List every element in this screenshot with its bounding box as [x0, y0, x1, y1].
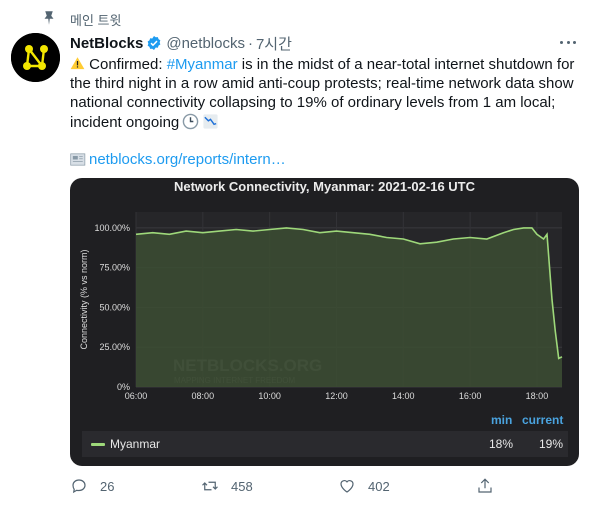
more-options-button[interactable]: [558, 34, 578, 50]
avatar[interactable]: [11, 33, 60, 82]
heart-icon: [340, 480, 354, 493]
author-handle[interactable]: @netblocks: [166, 35, 245, 52]
reply-button[interactable]: 26: [70, 477, 114, 495]
separator-dot: ·: [247, 34, 253, 52]
x-tick-label: 12:00: [325, 391, 348, 401]
share-button[interactable]: [476, 477, 494, 495]
retweet-count: 458: [231, 478, 253, 494]
pinned-tweet-indicator: 메인 트윗: [40, 9, 121, 28]
tweet-text: Confirmed: #Myanmar is in the midst of a…: [70, 55, 585, 132]
like-count: 402: [368, 478, 390, 494]
legend-series-name: Myanmar: [110, 437, 161, 451]
tweet-actions: 26 458 402: [70, 477, 570, 497]
pin-icon: [44, 11, 54, 25]
x-tick-label: 14:00: [392, 391, 415, 401]
min-header: min: [491, 413, 513, 427]
more-dot-icon: [566, 40, 570, 44]
retweet-icon: [202, 481, 218, 491]
legend-swatch: [91, 443, 105, 446]
reply-icon: [72, 479, 86, 494]
tweet-text-part-1: Confirmed:: [85, 56, 167, 73]
more-dot-icon: [573, 40, 576, 44]
author-name[interactable]: NetBlocks: [70, 35, 143, 52]
tweet-header: NetBlocks @netblocks · 7시간: [70, 33, 584, 53]
x-tick-label: 08:00: [192, 391, 215, 401]
warning-emoji-icon: [70, 57, 85, 70]
current-header: current: [522, 413, 564, 427]
like-button[interactable]: 402: [338, 477, 390, 495]
netblocks-logo-icon: [11, 33, 60, 82]
x-tick-label: 18:00: [526, 391, 549, 401]
hashtag-link[interactable]: #Myanmar: [167, 56, 238, 73]
tweet-time[interactable]: 7시간: [256, 33, 292, 54]
series-area-myanmar: [136, 227, 562, 387]
share-icon: [478, 478, 492, 493]
connectivity-chart: 0%25.00%50.00%75.00%100.00%06:00 08:00 10:…: [79, 212, 563, 401]
retweet-button[interactable]: 458: [201, 477, 253, 495]
newspaper-icon: [70, 152, 86, 166]
pinned-label: 메인 트윗: [70, 13, 122, 28]
clock-emoji-icon: [182, 113, 199, 129]
legend-min-value: 18%: [489, 437, 514, 451]
chart-decreasing-emoji-icon: [203, 114, 218, 129]
verified-badge-icon: [148, 36, 161, 50]
legend-row: Myanmar 18% 19%: [82, 431, 568, 457]
article-link[interactable]: netblocks.org/reports/intern…: [70, 150, 286, 168]
chart-image-card[interactable]: Network Connectivity, Myanmar: 2021-02-1…: [70, 178, 579, 466]
reply-count: 26: [100, 478, 115, 494]
link-text[interactable]: netblocks.org/reports/intern…: [89, 151, 286, 168]
y-tick-label: 100.00%: [94, 223, 130, 233]
y-axis-label: Connectivity (% vs norm): [79, 249, 89, 349]
legend-current-value: 19%: [539, 437, 564, 451]
more-dot-icon: [560, 40, 563, 44]
x-tick-label: 10:00: [258, 391, 281, 401]
y-tick-label: 25.00%: [99, 342, 130, 352]
y-tick-label: 50.00%: [99, 302, 130, 312]
x-tick-label: 06:00: [125, 391, 148, 401]
x-tick-label: 16:00: [459, 391, 482, 401]
y-tick-label: 75.00%: [99, 263, 130, 273]
